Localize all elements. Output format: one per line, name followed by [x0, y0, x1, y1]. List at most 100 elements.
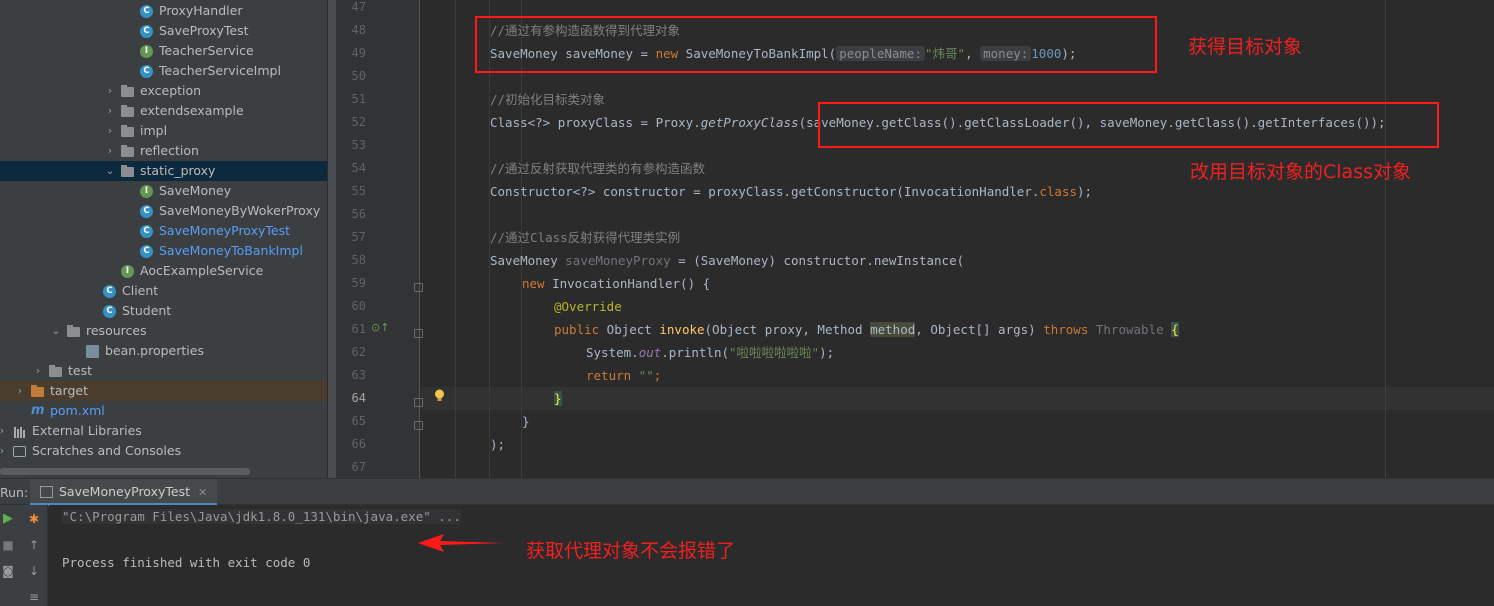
tree-item-label: static_proxy — [140, 163, 216, 178]
tree-item-label: exception — [140, 83, 202, 98]
down-arrow-icon[interactable]: ↓ — [26, 563, 42, 579]
tree-item[interactable]: ⌄ resources — [0, 321, 327, 341]
tab-run-configuration[interactable]: SaveMoneyProxyTest ✕ — [30, 479, 218, 506]
tree-item[interactable]: › External Libraries — [0, 421, 327, 441]
code-text: ); — [490, 437, 506, 452]
code-comment: //通过Class反射获得代理类实例 — [490, 230, 681, 245]
code-text: Class<?> proxyClass = Proxy. — [490, 115, 701, 130]
line-number: 51 — [351, 92, 366, 106]
tree-item-label: extendsexample — [140, 103, 244, 118]
code-line-51: //初始化目标类对象 — [490, 88, 605, 111]
chevron-right-icon[interactable]: › — [104, 101, 116, 121]
fold-marker-icon[interactable] — [414, 283, 423, 292]
code-text: Constructor<?> constructor = proxyClass.… — [490, 184, 1040, 199]
stop-icon[interactable]: ■ — [0, 537, 16, 553]
tree-item[interactable]: ⌄ static_proxy — [0, 161, 327, 181]
tree-item-label: TeacherServiceImpl — [159, 63, 281, 78]
code-comment: //通过反射获取代理类的有参构造函数 — [490, 161, 706, 176]
right-margin-guide — [1385, 0, 1386, 478]
tree-item[interactable]: › reflection — [0, 141, 327, 161]
code-line-61: public Object invoke(Object proxy, Metho… — [554, 318, 1179, 341]
tree-item[interactable]: TeacherServiceImpl — [0, 61, 327, 81]
tree-item[interactable]: › test — [0, 361, 327, 381]
line-number: 62 — [351, 345, 366, 359]
chevron-right-icon[interactable]: › — [104, 121, 116, 141]
interface-icon — [140, 45, 153, 58]
tree-item[interactable]: AocExampleService — [0, 261, 327, 281]
chevron-right-icon[interactable]: › — [104, 81, 116, 101]
tree-item[interactable]: SaveMoneyToBankImpl — [0, 241, 327, 261]
chevron-down-icon[interactable]: ⌄ — [50, 321, 62, 341]
project-horizontal-scrollbar[interactable] — [0, 468, 250, 475]
tree-item-label: target — [50, 383, 89, 398]
excluded-folder-icon — [31, 385, 44, 397]
rerun-icon[interactable]: ▶ — [0, 511, 16, 527]
tree-item[interactable]: › target — [0, 381, 327, 401]
tree-item-label: Scratches and Consoles — [32, 443, 182, 458]
tree-item[interactable]: m pom.xml — [0, 401, 327, 421]
lightbulb-icon[interactable] — [434, 389, 445, 403]
editor-gutter: 47 48 49 50 51 52 53 54 55 56 57 58 59 60 61 62 63 64 65 66… — [336, 0, 420, 478]
chevron-right-icon[interactable]: › — [104, 141, 116, 161]
class-icon — [103, 305, 116, 318]
line-number: 67 — [351, 460, 366, 474]
static-field-out: out — [638, 345, 662, 360]
fold-marker-icon[interactable] — [414, 329, 423, 338]
tree-item[interactable]: › extendsexample — [0, 101, 327, 121]
tree-item[interactable]: SaveMoneyByWokerProxy — [0, 201, 327, 221]
code-text: } — [522, 414, 530, 429]
fold-marker-icon[interactable] — [414, 421, 423, 430]
annotation-override: @Override — [554, 299, 622, 314]
run-tool-window-header: Run: SaveMoneyProxyTest ✕ — [0, 478, 1494, 506]
annotation-box-class-object — [818, 102, 1439, 148]
tree-item[interactable]: Client — [0, 281, 327, 301]
keyword-throws: throws — [1043, 322, 1089, 337]
libraries-icon — [13, 425, 26, 438]
project-tool-window: ProxyHandler SaveProxyTest TeacherService T… — [0, 0, 327, 478]
line-number: 64 — [351, 391, 366, 405]
tree-item[interactable]: › impl — [0, 121, 327, 141]
soft-wrap-icon[interactable]: ≡ — [26, 589, 42, 605]
project-vertical-scrollbar[interactable] — [328, 0, 336, 478]
code-line-65: } — [522, 410, 530, 433]
tree-item-label: pom.xml — [50, 403, 105, 418]
package-icon — [121, 125, 134, 137]
debug-icon[interactable]: ✱ — [26, 511, 42, 527]
line-number: 60 — [351, 299, 366, 313]
chevron-right-icon[interactable]: › — [32, 361, 44, 381]
chevron-right-icon[interactable]: › — [14, 381, 26, 401]
class-icon — [140, 245, 153, 258]
code-text: System. — [586, 345, 639, 360]
up-arrow-icon[interactable]: ↑ — [26, 537, 42, 553]
matched-brace: { — [1171, 322, 1179, 337]
code-text: ); — [819, 345, 835, 360]
override-marker-icon[interactable]: ⊙↑ — [371, 321, 389, 334]
tree-item[interactable]: bean.properties — [0, 341, 327, 361]
fold-marker-icon[interactable] — [414, 398, 423, 407]
package-icon — [121, 165, 134, 177]
chevron-down-icon[interactable]: ⌄ — [104, 161, 116, 181]
chevron-right-icon[interactable]: › — [0, 441, 8, 461]
run-console[interactable]: "C:\Program Files\Java\jdk1.8.0_131\bin\… — [49, 505, 1494, 606]
chevron-right-icon[interactable]: › — [0, 421, 8, 441]
tree-item[interactable]: › exception — [0, 81, 327, 101]
tree-item[interactable]: Student — [0, 301, 327, 321]
annotation-arrow-icon — [418, 534, 504, 552]
unused-variable: saveMoneyProxy — [565, 253, 671, 268]
line-number: 56 — [351, 207, 366, 221]
tree-item[interactable]: ProxyHandler — [0, 1, 327, 21]
code-text: = (SaveMoney) constructor.newInstance( — [670, 253, 965, 268]
tree-item[interactable]: TeacherService — [0, 41, 327, 61]
tree-item[interactable]: SaveProxyTest — [0, 21, 327, 41]
tree-item-label: SaveMoneyByWokerProxy — [159, 203, 321, 218]
line-number: 52 — [351, 115, 366, 129]
code-text: (Object proxy, Method — [704, 322, 871, 337]
tree-item[interactable]: SaveMoneyProxyTest — [0, 221, 327, 241]
camera-icon[interactable]: ◙ — [0, 563, 16, 579]
tree-item[interactable]: › Scratches and Consoles — [0, 441, 327, 461]
tree-item[interactable]: SaveMoney — [0, 181, 327, 201]
run-toolbar: ▶ ✱ ■ ↑ ◙ ↓ ≡ — [0, 505, 48, 606]
code-line-66: ); — [490, 433, 505, 456]
tree-item-label: SaveProxyTest — [159, 23, 249, 38]
close-icon[interactable]: ✕ — [198, 486, 207, 499]
